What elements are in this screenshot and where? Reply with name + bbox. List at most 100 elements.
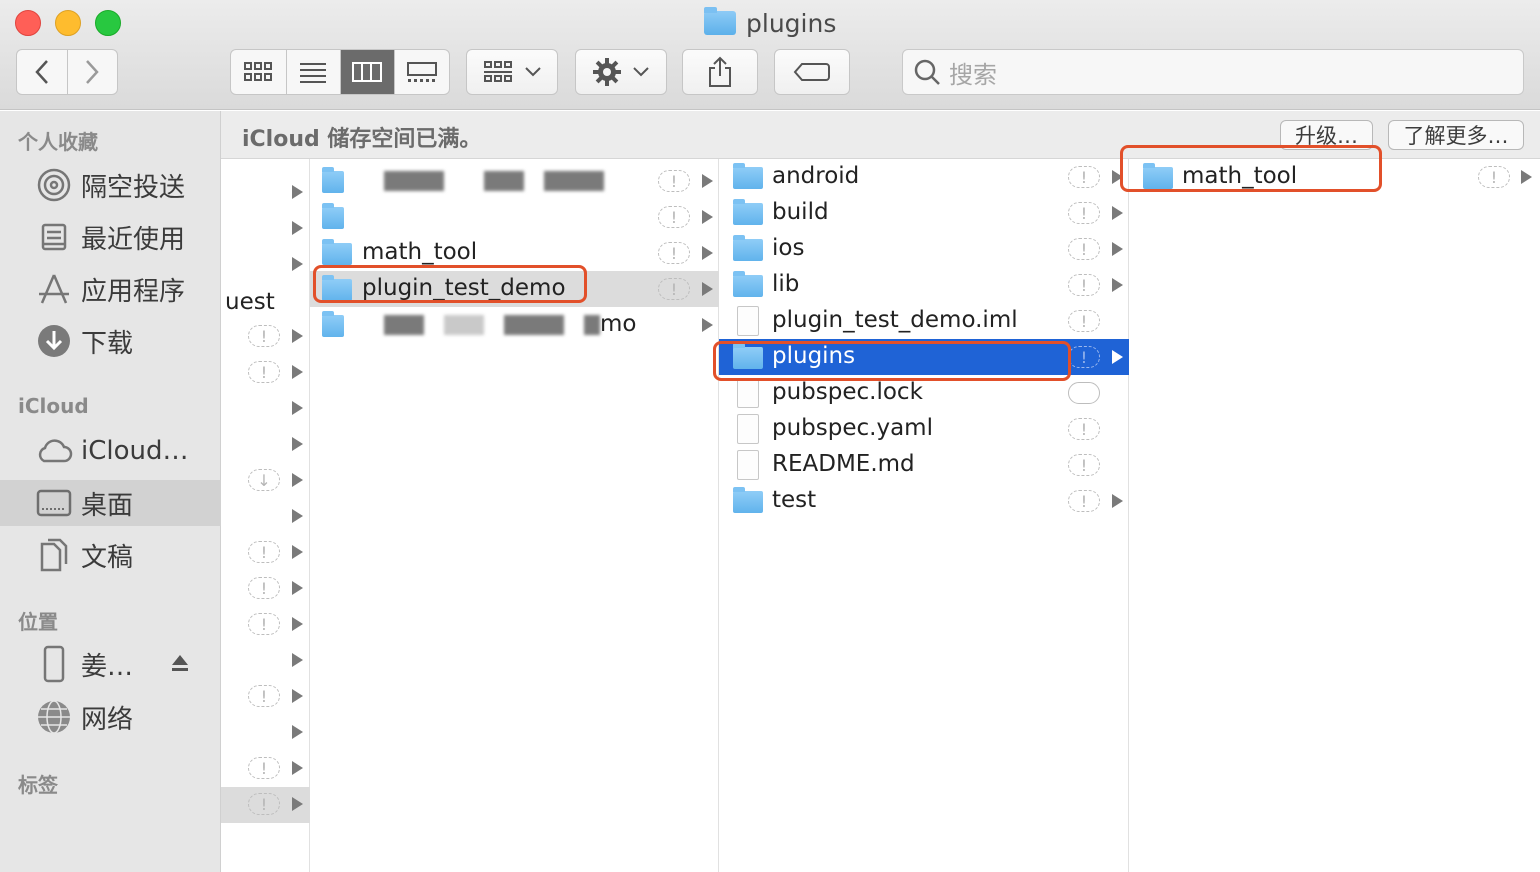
sidebar-item-iphone[interactable]: 姜… [0, 642, 221, 686]
disclosure-arrow-icon [292, 581, 303, 595]
back-button[interactable] [17, 50, 68, 94]
search-field[interactable]: 搜索 [902, 49, 1524, 95]
nav-buttons [16, 49, 118, 95]
cloud-warning-icon: ! [1068, 310, 1100, 332]
column-3-item[interactable]: android! [719, 159, 1129, 195]
disclosure-arrow-icon [292, 509, 303, 523]
sidebar-item-label: 下载 [81, 328, 134, 359]
column-3-item[interactable]: ios! [719, 231, 1129, 267]
forward-button[interactable] [68, 50, 118, 94]
list-view-button[interactable] [287, 50, 341, 94]
column-3-item[interactable]: pubspec.yaml! [719, 411, 1129, 447]
cloud-warning-icon: ! [248, 325, 280, 347]
column-view-button[interactable] [341, 50, 395, 94]
document-icon [737, 450, 759, 480]
cloud-warning-icon: ! [1068, 490, 1100, 512]
item-name: mo [600, 311, 637, 337]
sidebar-item-icloud-drive[interactable]: iCloud… [0, 429, 221, 473]
disclosure-arrow-icon [702, 318, 713, 332]
desktop-icon [35, 488, 73, 518]
column-3: android! build! ios! lib! plugin_test_demo.i… [719, 159, 1129, 872]
group-by-icon [484, 61, 512, 82]
disclosure-arrow-icon [292, 329, 303, 343]
cloud-warning-icon: ! [248, 613, 280, 635]
icon-view-button[interactable] [231, 50, 287, 94]
column-3-item[interactable]: plugin_test_demo.iml! [719, 303, 1129, 339]
action-button[interactable] [575, 49, 667, 95]
view-mode-control [230, 49, 450, 95]
disclosure-arrow-icon [1521, 170, 1532, 184]
sidebar-item-network[interactable]: 网络 [0, 695, 221, 739]
disclosure-arrow-icon [292, 473, 303, 487]
cloud-warning-icon [1068, 382, 1100, 404]
column-3-item[interactable]: build! [719, 195, 1129, 231]
column-view-icon [352, 62, 383, 82]
sidebar-item-documents[interactable]: 文稿 [0, 533, 221, 577]
group-by-button[interactable] [466, 49, 558, 95]
disclosure-arrow-icon [292, 545, 303, 559]
disclosure-arrow-icon [702, 174, 713, 188]
column-3-item[interactable]: test! [719, 483, 1129, 519]
cloud-warning-icon: ! [658, 170, 690, 192]
sidebar-item-label: 文稿 [81, 542, 134, 573]
item-name: plugin_test_demo.iml [772, 307, 1018, 333]
gear-icon [593, 58, 621, 86]
column-1-partial-item[interactable]: uest [225, 284, 275, 320]
window-title: plugins [704, 6, 836, 40]
gallery-view-icon [406, 62, 437, 82]
disclosure-arrow-icon [292, 725, 303, 739]
disclosure-arrow-icon [292, 689, 303, 703]
cloud-warning-icon: ! [248, 793, 280, 815]
chevron-down-icon [633, 67, 649, 77]
share-button[interactable] [682, 49, 758, 95]
sidebar-item-downloads[interactable]: 下载 [0, 319, 221, 363]
sidebar-item-label: 最近使用 [81, 224, 186, 255]
item-name: lib [772, 271, 800, 297]
recents-icon [35, 222, 73, 252]
document-icon [737, 378, 759, 408]
search-placeholder: 搜索 [949, 60, 997, 89]
iphone-icon [35, 645, 73, 683]
folder-icon [733, 163, 763, 189]
sidebar-item-desktop[interactable]: 桌面 [0, 480, 221, 526]
column-2-item[interactable]: mo [310, 307, 719, 343]
sidebar-section-tags: 标签 [18, 773, 58, 797]
folder-icon [322, 167, 344, 193]
cloud-warning-icon: ! [1068, 346, 1100, 368]
learn-more-button[interactable]: 了解更多… [1388, 120, 1524, 150]
minimize-button[interactable] [55, 10, 81, 36]
tag-button[interactable] [774, 49, 850, 95]
column-2-item[interactable]: ! [310, 199, 719, 235]
gallery-view-button[interactable] [395, 50, 449, 94]
sidebar-item-airdrop[interactable]: 隔空投送 [0, 163, 221, 207]
cloud-warning-icon: ! [1068, 454, 1100, 476]
item-name: math_tool [362, 239, 478, 265]
column-3-item[interactable]: README.md! [719, 447, 1129, 483]
sidebar-item-applications[interactable]: 应用程序 [0, 267, 221, 311]
folder-icon [704, 7, 736, 35]
column-1: uest !! ↓!!!!!! [221, 159, 310, 872]
chevron-right-icon [86, 60, 99, 84]
item-name: README.md [772, 451, 915, 477]
sidebar-item-recents[interactable]: 最近使用 [0, 215, 221, 259]
documents-icon [35, 538, 73, 572]
disclosure-arrow-icon [702, 246, 713, 260]
item-name: pubspec.yaml [772, 415, 933, 441]
cloud-warning-icon: ! [658, 242, 690, 264]
share-icon [709, 56, 731, 87]
eject-icon[interactable] [170, 650, 190, 680]
highlight-box-math-tool [1120, 145, 1382, 192]
folder-icon [733, 199, 763, 225]
close-button[interactable] [15, 10, 41, 36]
cloud-warning-icon: ! [248, 685, 280, 707]
column-2-item[interactable]: ! [310, 163, 719, 199]
document-icon [737, 414, 759, 444]
folder-icon [733, 487, 763, 513]
column-4: math_tool ! [1129, 159, 1540, 872]
download-icon [35, 324, 73, 358]
column-3-item[interactable]: lib! [719, 267, 1129, 303]
highlight-box-plugin-test-demo [313, 265, 587, 303]
cloud-warning-icon: ! [1068, 238, 1100, 260]
disclosure-arrow-icon [292, 257, 303, 271]
zoom-button[interactable] [95, 10, 121, 36]
